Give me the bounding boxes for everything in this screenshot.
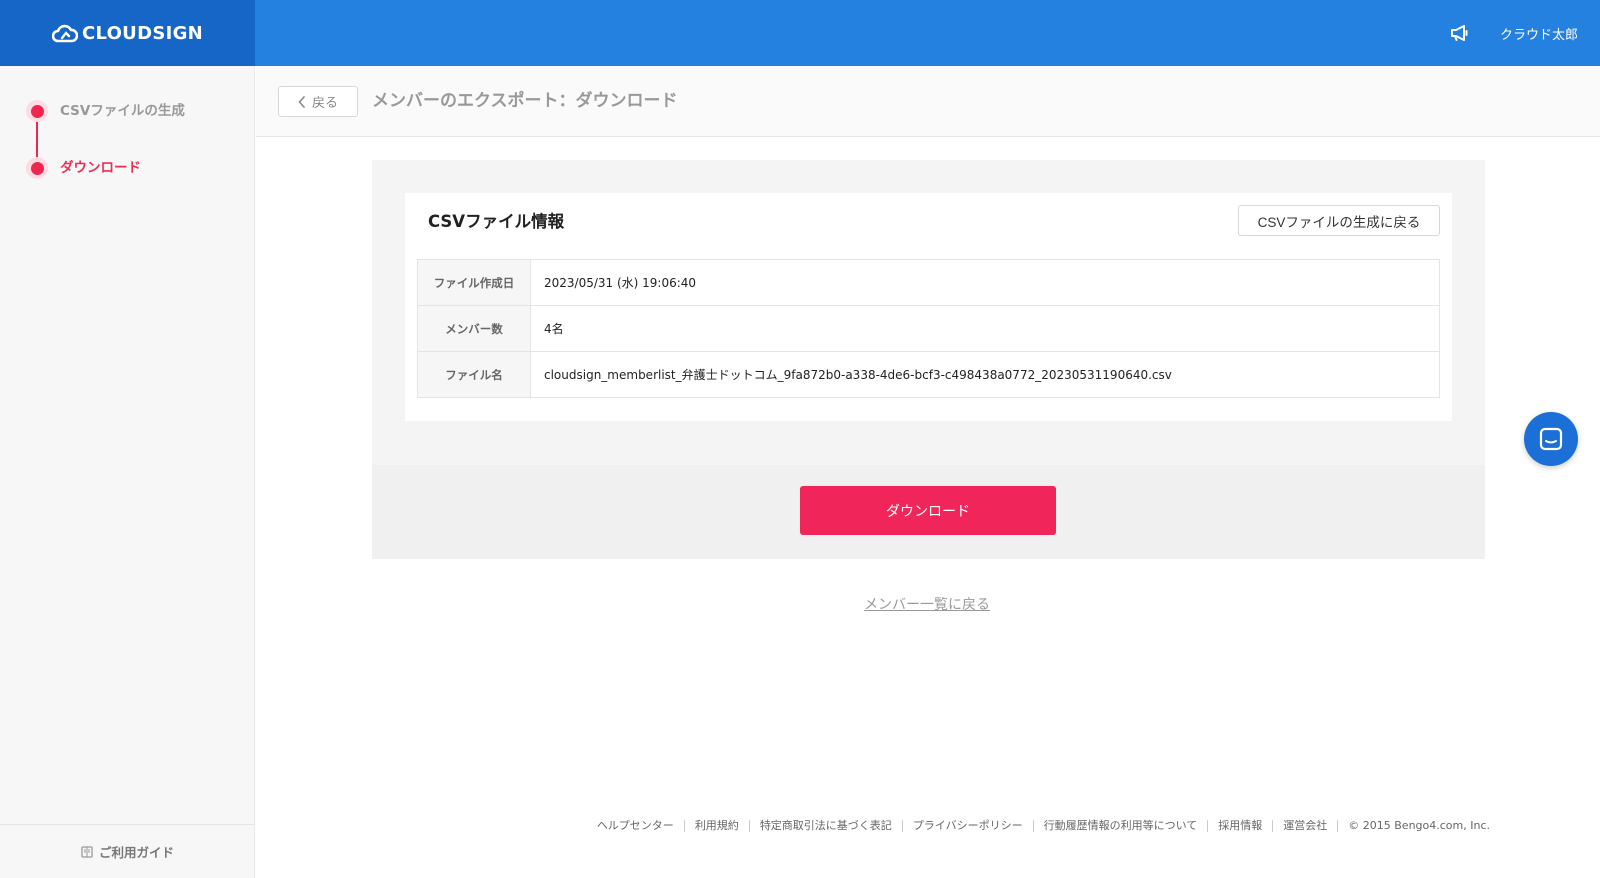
step-label: CSVファイルの生成	[60, 103, 185, 119]
footer-link-commerce[interactable]: 特定商取引法に基づく表記	[750, 820, 903, 832]
footer-link-terms[interactable]: 利用規約	[685, 820, 750, 832]
guide-label: ご利用ガイド	[98, 845, 174, 860]
row-label: ファイル作成日	[417, 259, 531, 306]
download-button[interactable]: ダウンロード	[800, 486, 1056, 535]
table-row: メンバー数 4名	[417, 305, 1440, 352]
back-label: 戻る	[311, 96, 338, 111]
table-row: ファイル名 cloudsign_memberlist_弁護士ドットコム_9fa8…	[417, 351, 1440, 398]
sidebar: CSVファイルの生成 ダウンロード ご利用ガイド	[0, 66, 255, 878]
megaphone-icon[interactable]	[1450, 24, 1470, 42]
top-header: CLOUDSIGN クラウド太郎	[0, 0, 1600, 66]
created-date-value: 2023/05/31 (水) 19:06:40	[530, 259, 1440, 306]
step-indicator: CSVファイルの生成 ダウンロード	[26, 100, 185, 214]
back-to-member-list-link[interactable]: メンバー一覧に戻る	[864, 594, 990, 614]
step-dot-icon	[26, 100, 48, 122]
row-label: メンバー数	[417, 305, 531, 352]
footer-link-privacy[interactable]: プライバシーポリシー	[903, 820, 1034, 832]
step-generate-csv: CSVファイルの生成	[26, 100, 185, 157]
step-label: ダウンロード	[60, 160, 141, 176]
book-icon	[81, 845, 93, 858]
member-count-value: 4名	[530, 305, 1440, 352]
footer-link-help[interactable]: ヘルプセンター	[587, 820, 685, 832]
footer: ヘルプセンター 利用規約 特定商取引法に基づく表記 プライバシーポリシー 行動履…	[587, 820, 1490, 832]
logo-text: CLOUDSIGN	[81, 22, 204, 44]
csv-info-table: ファイル作成日 2023/05/31 (水) 19:06:40 メンバー数 4名…	[417, 259, 1440, 398]
table-row: ファイル作成日 2023/05/31 (水) 19:06:40	[417, 259, 1440, 306]
header-right: クラウド太郎	[1450, 0, 1578, 66]
step-dot-icon	[26, 157, 48, 179]
back-button[interactable]: 戻る	[278, 86, 358, 117]
footer-link-behavior[interactable]: 行動履歴情報の利用等について	[1034, 820, 1209, 832]
download-area: ダウンロード	[372, 465, 1485, 559]
back-to-generate-button[interactable]: CSVファイルの生成に戻る	[1238, 205, 1440, 236]
chat-icon[interactable]	[1524, 412, 1578, 466]
csv-info-card: CSVファイル情報 CSVファイルの生成に戻る ファイル作成日 2023/05/…	[405, 193, 1452, 421]
logo-area[interactable]: CLOUDSIGN	[0, 0, 255, 66]
user-menu[interactable]: クラウド太郎	[1500, 24, 1578, 43]
card-title: CSVファイル情報	[428, 212, 565, 231]
cloud-logo-icon	[51, 24, 78, 43]
footer-link-careers[interactable]: 採用情報	[1208, 820, 1274, 832]
row-label: ファイル名	[417, 351, 531, 398]
footer-link-company[interactable]: 運営会社	[1273, 820, 1339, 832]
step-download: ダウンロード	[26, 157, 185, 214]
copyright: © 2015 Bengo4.com, Inc.	[1348, 819, 1490, 832]
page-title: メンバーのエクスポート：ダウンロード	[372, 91, 678, 111]
export-panel: CSVファイル情報 CSVファイルの生成に戻る ファイル作成日 2023/05/…	[372, 160, 1485, 559]
usage-guide-link[interactable]: ご利用ガイド	[0, 824, 255, 878]
chevron-left-icon	[298, 95, 305, 108]
file-name-value: cloudsign_memberlist_弁護士ドットコム_9fa872b0-a…	[530, 351, 1440, 398]
page-header: 戻る メンバーのエクスポート：ダウンロード	[256, 66, 1600, 137]
cloudsign-logo[interactable]: CLOUDSIGN	[51, 22, 204, 44]
